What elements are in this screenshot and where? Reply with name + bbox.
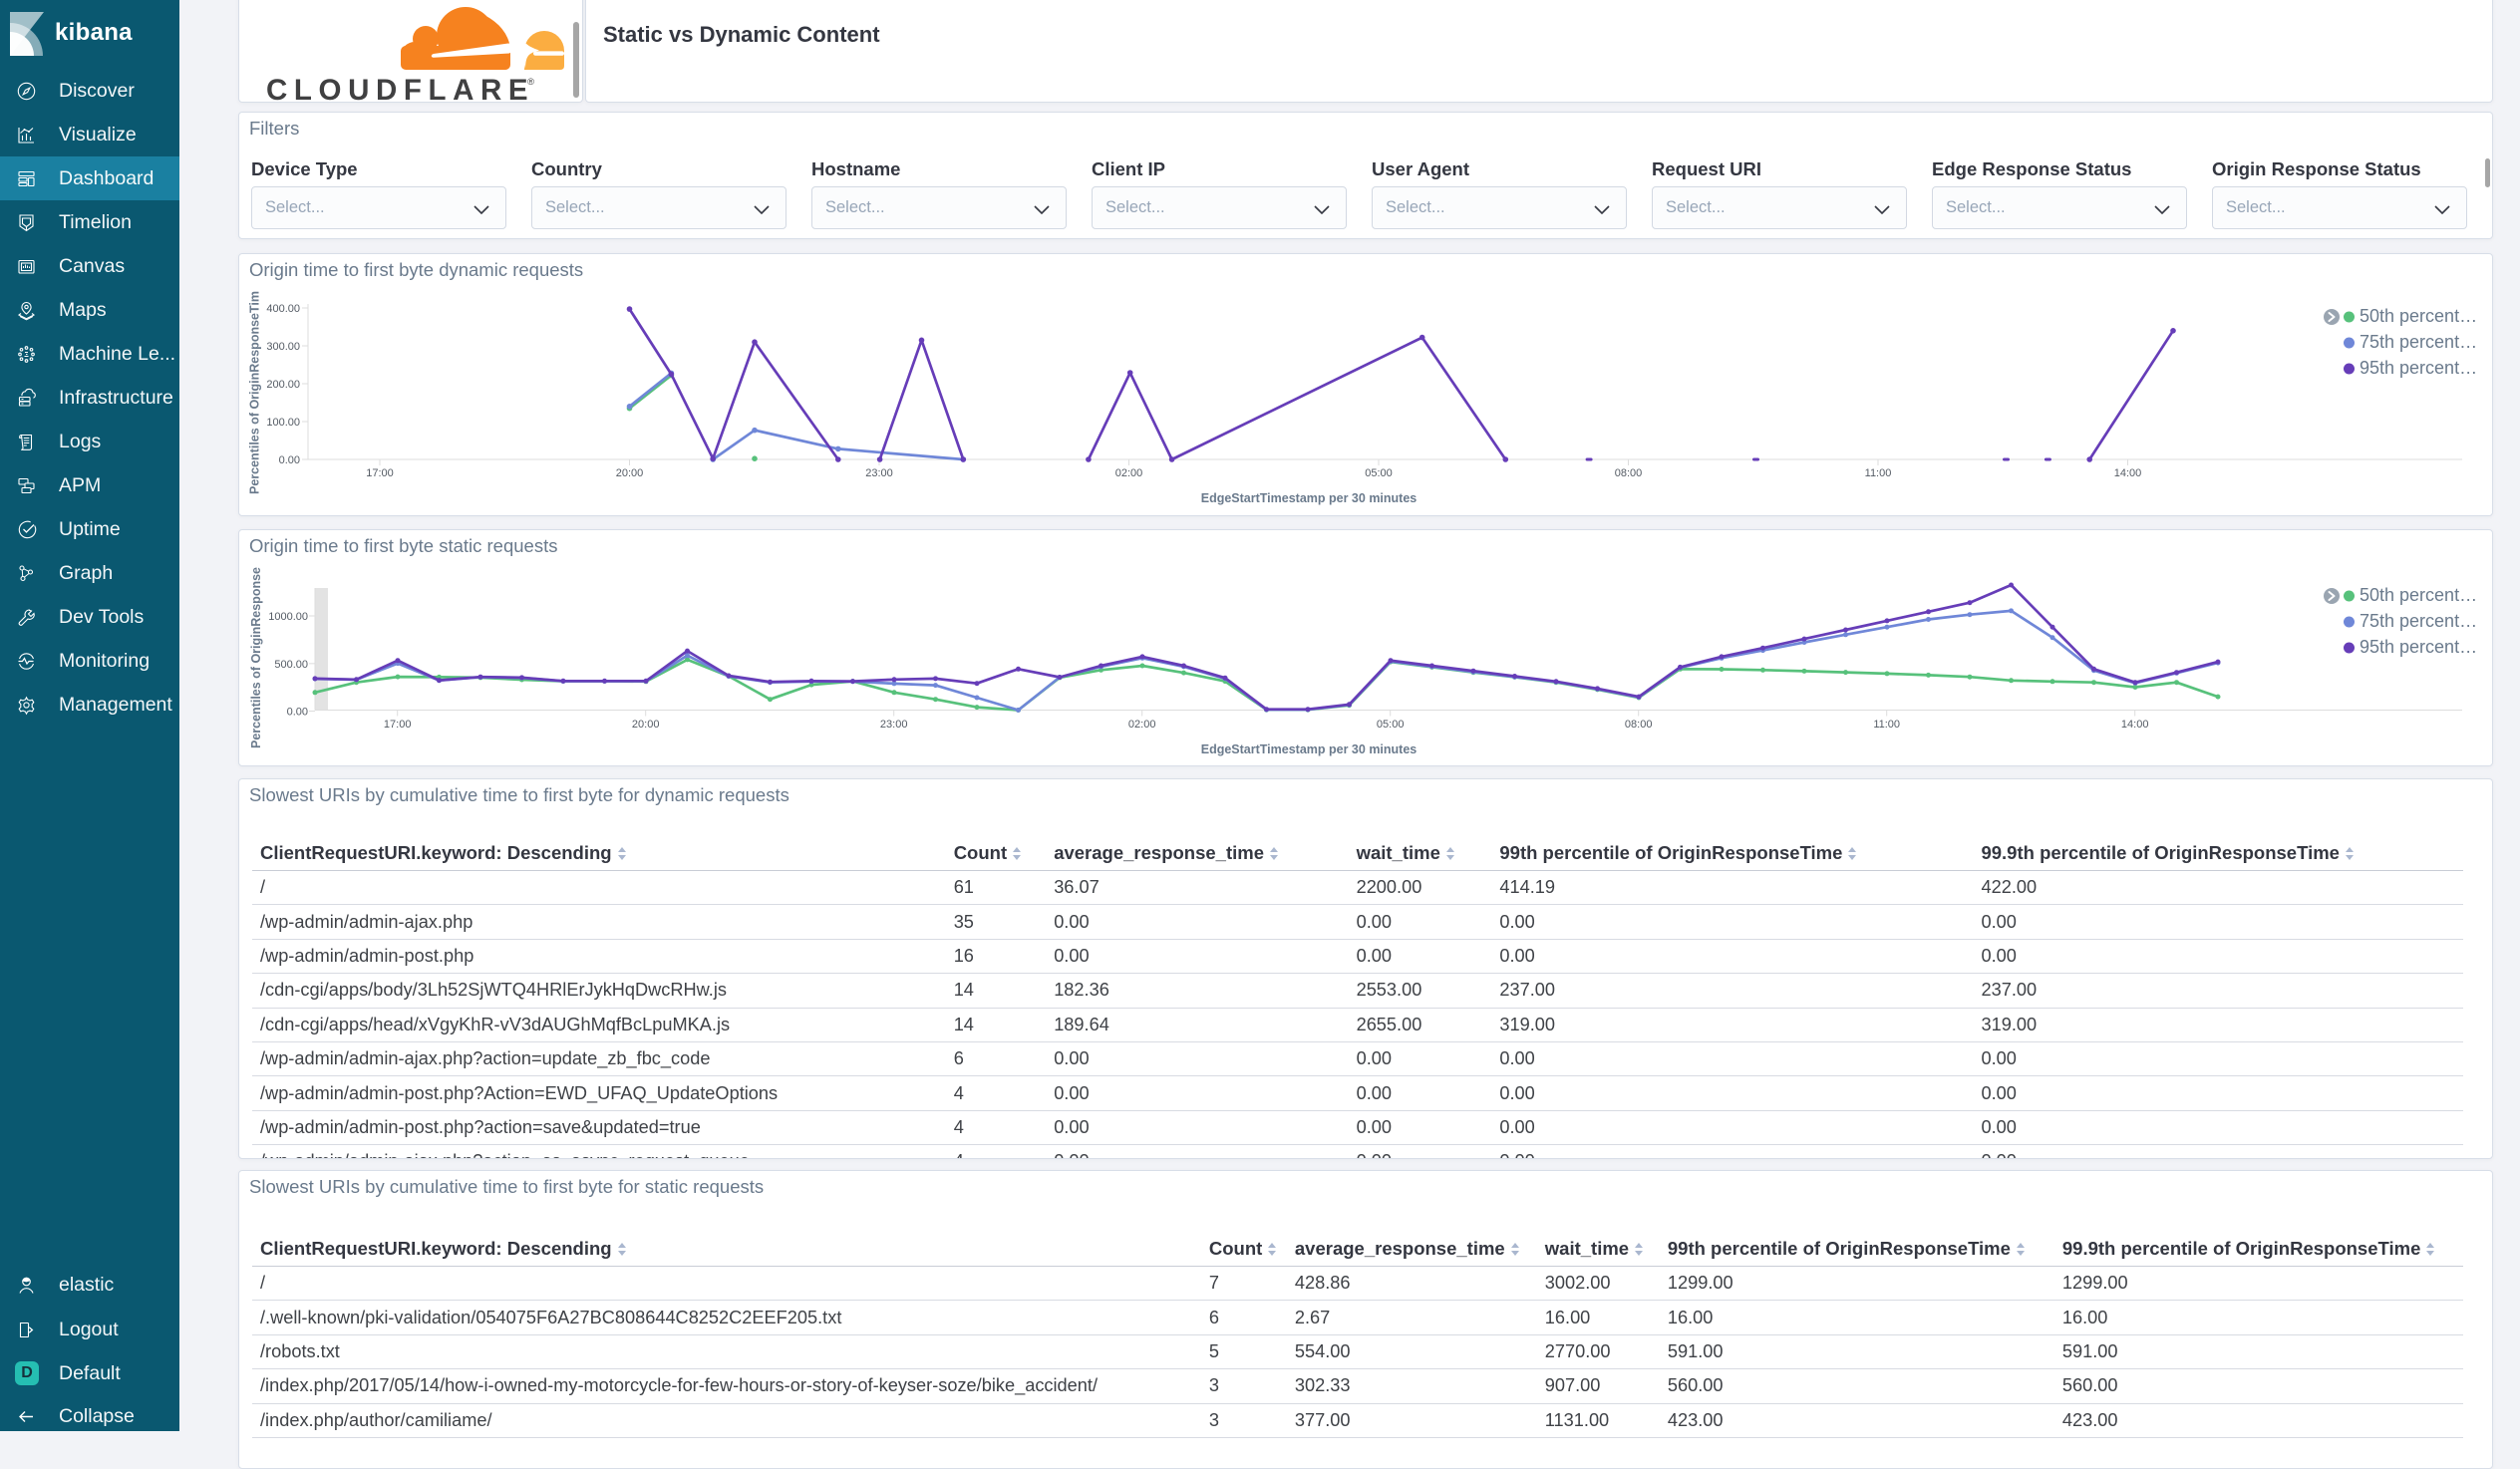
svg-text:11:00: 11:00: [1865, 467, 1892, 479]
svg-text:11:00: 11:00: [1873, 719, 1900, 731]
svg-text:Percentiles of OriginResponseT: Percentiles of OriginResponseTim: [248, 291, 262, 494]
svg-text:20:00: 20:00: [632, 719, 660, 731]
svg-text:95th percent…: 95th percent…: [2360, 637, 2477, 657]
svg-text:0.00: 0.00: [279, 454, 300, 466]
svg-text:400.00: 400.00: [266, 303, 300, 315]
svg-text:23:00: 23:00: [865, 467, 893, 479]
svg-text:05:00: 05:00: [1377, 719, 1405, 731]
svg-text:02:00: 02:00: [1115, 467, 1143, 479]
svg-text:20:00: 20:00: [616, 467, 644, 479]
svg-text:17:00: 17:00: [366, 467, 394, 479]
svg-text:Percentiles of OriginResponse: Percentiles of OriginResponse: [249, 567, 263, 748]
svg-text:50th percent…: 50th percent…: [2360, 585, 2477, 605]
svg-text:17:00: 17:00: [384, 719, 412, 731]
svg-text:75th percent…: 75th percent…: [2360, 332, 2477, 352]
svg-text:08:00: 08:00: [1625, 719, 1653, 731]
svg-text:®: ®: [527, 77, 534, 88]
svg-text:08:00: 08:00: [1615, 467, 1643, 479]
svg-text:100.00: 100.00: [266, 417, 300, 429]
svg-text:0.00: 0.00: [287, 707, 308, 719]
svg-text:CLOUDFLARE: CLOUDFLARE: [266, 74, 534, 103]
svg-text:200.00: 200.00: [266, 379, 300, 391]
svg-text:23:00: 23:00: [880, 719, 908, 731]
svg-text:500.00: 500.00: [274, 659, 308, 671]
svg-text:75th percent…: 75th percent…: [2360, 611, 2477, 631]
svg-text:14:00: 14:00: [2114, 467, 2142, 479]
svg-text:02:00: 02:00: [1128, 719, 1156, 731]
svg-text:1000.00: 1000.00: [268, 611, 308, 623]
svg-text:50th percent…: 50th percent…: [2360, 306, 2477, 326]
svg-text:05:00: 05:00: [1365, 467, 1393, 479]
svg-text:EdgeStartTimestamp per 30 minu: EdgeStartTimestamp per 30 minutes: [1201, 742, 1418, 756]
svg-text:95th percent…: 95th percent…: [2360, 358, 2477, 378]
svg-text:300.00: 300.00: [266, 341, 300, 353]
svg-text:14:00: 14:00: [2121, 719, 2149, 731]
svg-text:EdgeStartTimestamp per 30 minu: EdgeStartTimestamp per 30 minutes: [1201, 491, 1418, 505]
